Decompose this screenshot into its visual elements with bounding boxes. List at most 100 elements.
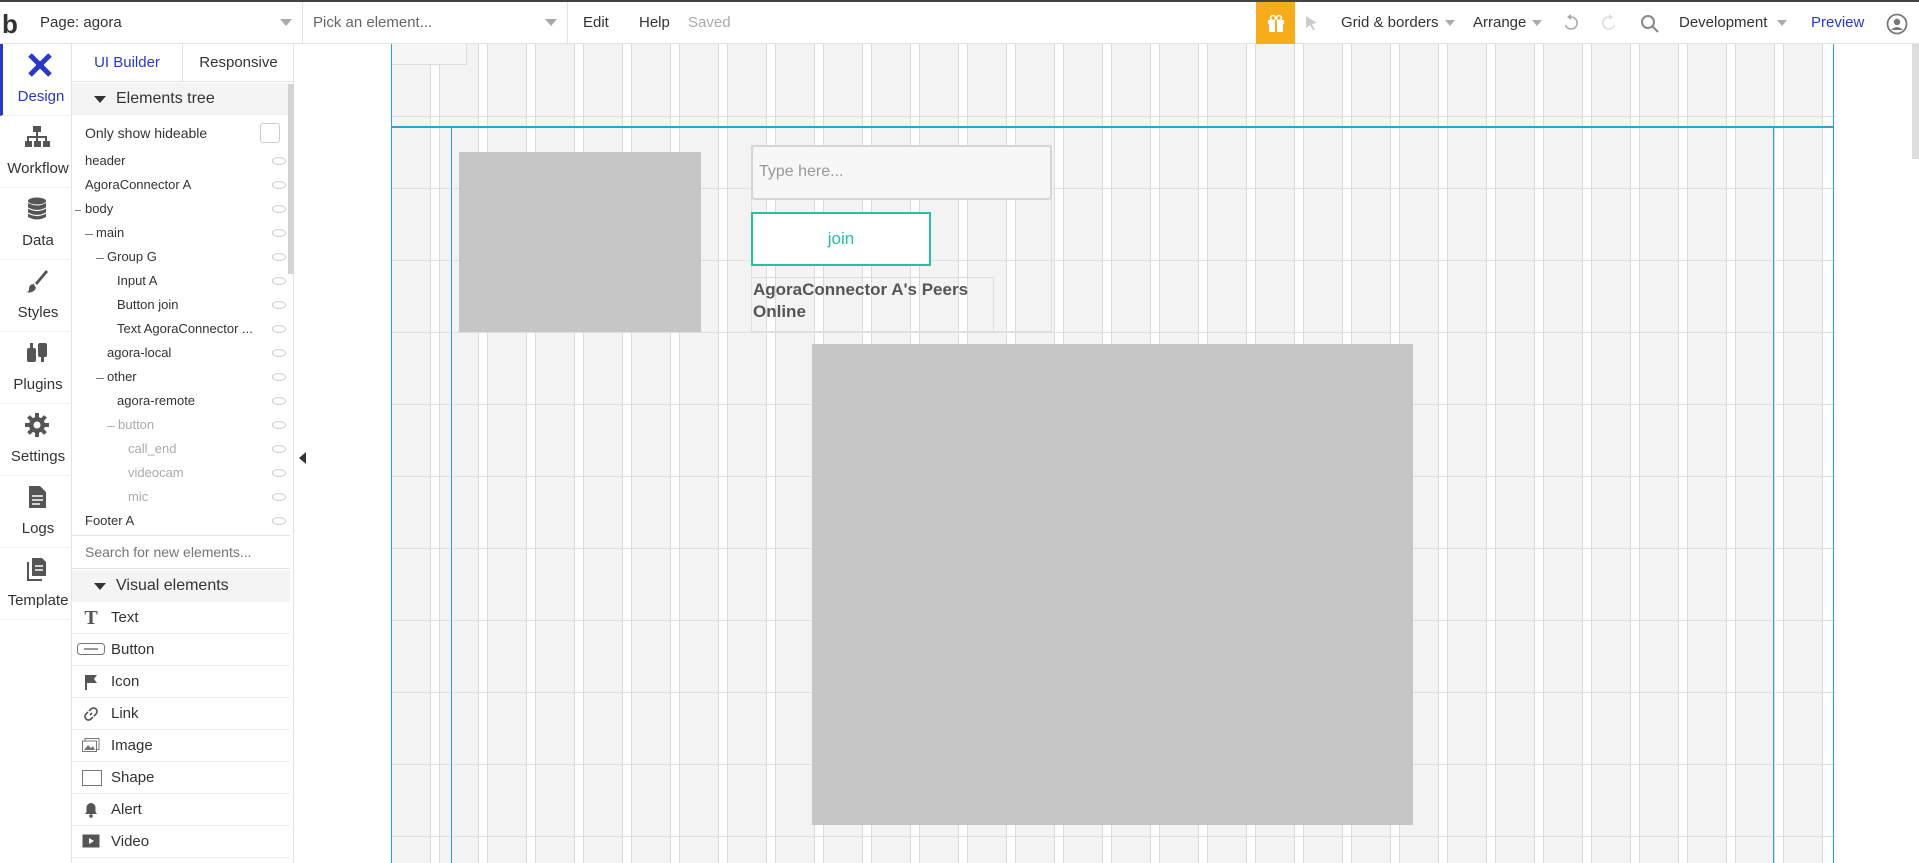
eye-icon[interactable] — [272, 253, 286, 261]
tree-item[interactable]: AgoraConnector A — [85, 174, 191, 196]
page-guide-right — [1833, 44, 1834, 863]
chevron-down-icon — [1444, 20, 1455, 27]
grid-column — [1447, 44, 1487, 863]
eye-icon[interactable] — [272, 373, 286, 381]
tree-item[interactable]: main — [96, 222, 124, 244]
visual-element-label: Text — [111, 609, 139, 626]
panel-tabs: UI Builder Responsive — [72, 44, 294, 82]
grid-column — [1687, 44, 1727, 863]
eye-icon[interactable] — [272, 205, 286, 213]
search-icon[interactable] — [1640, 14, 1660, 34]
rail-item-design[interactable]: Design — [0, 44, 72, 116]
only-hideable-checkbox[interactable] — [260, 123, 280, 143]
eye-icon[interactable] — [272, 397, 286, 405]
tree-item[interactable]: other — [107, 366, 137, 388]
undo-icon[interactable] — [1562, 14, 1580, 32]
top-bar: b Page: agora Pick an element... Edit He… — [0, 0, 1919, 44]
collapse-dash-icon[interactable] — [96, 258, 104, 259]
tree-item[interactable]: header — [85, 150, 125, 172]
page-select[interactable]: Page: agora — [30, 2, 303, 44]
rail-item-data[interactable]: Data — [0, 188, 72, 260]
bubble-logo[interactable]: b — [2, 10, 28, 38]
visual-element-alert[interactable]: Alert — [72, 794, 290, 826]
tree-item[interactable]: Button join — [117, 294, 178, 316]
rail-item-template[interactable]: Template — [0, 548, 72, 620]
visual-element-link[interactable]: Link — [72, 698, 290, 730]
eye-icon[interactable] — [272, 157, 286, 165]
editor-canvas[interactable]: Type here... join AgoraConnector A's Pee… — [313, 44, 1919, 863]
tab-responsive[interactable]: Responsive — [183, 44, 294, 82]
visual-element-icon[interactable]: Icon — [72, 666, 290, 698]
collapse-panel-icon[interactable] — [299, 452, 306, 464]
eye-icon[interactable] — [272, 301, 286, 309]
search-elements-input[interactable] — [72, 535, 290, 569]
grid-borders-label: Grid & borders — [1341, 14, 1439, 31]
visual-element-text[interactable]: T Text — [72, 602, 290, 634]
join-button[interactable]: join — [751, 212, 931, 266]
tree-item[interactable]: button — [118, 414, 154, 436]
peers-text[interactable]: AgoraConnector A's Peers Online — [753, 279, 991, 323]
visual-elements-header[interactable]: Visual elements — [72, 570, 290, 602]
panel-scrollbar[interactable] — [288, 84, 294, 274]
grid-borders-menu[interactable]: Grid & borders — [1341, 2, 1455, 44]
template-icon — [24, 556, 50, 582]
tab-ui-builder[interactable]: UI Builder — [72, 44, 183, 82]
eye-icon[interactable] — [272, 181, 286, 189]
rail-item-settings[interactable]: Settings — [0, 404, 72, 476]
visual-element-shape[interactable]: Shape — [72, 762, 290, 794]
visual-element-button[interactable]: Button — [72, 634, 290, 666]
tree-item[interactable]: agora-remote — [117, 390, 195, 412]
tree-item[interactable]: videocam — [128, 462, 184, 484]
tree-item[interactable]: agora-local — [107, 342, 171, 364]
visual-element-image[interactable]: Image — [72, 730, 290, 762]
tree-item[interactable]: body — [85, 198, 113, 220]
eye-icon[interactable] — [272, 469, 286, 477]
collapse-dash-icon[interactable] — [107, 426, 115, 427]
arrange-menu[interactable]: Arrange — [1473, 2, 1543, 44]
account-icon[interactable] — [1886, 13, 1908, 35]
canvas-scrollbar[interactable] — [1912, 44, 1919, 159]
tree-item[interactable]: Footer A — [85, 510, 134, 532]
rail-item-logs[interactable]: Logs — [0, 476, 72, 548]
agora-local[interactable] — [459, 152, 701, 332]
environment-select[interactable]: Development — [1679, 2, 1788, 44]
element-picker[interactable]: Pick an element... — [303, 2, 568, 44]
grid-column — [1639, 44, 1679, 863]
tree-item[interactable]: Input A — [117, 270, 157, 292]
rail-item-styles[interactable]: Styles — [0, 260, 72, 332]
eye-icon[interactable] — [272, 325, 286, 333]
tree-item[interactable]: Text AgoraConnector ... — [117, 318, 253, 340]
eye-icon[interactable] — [272, 229, 286, 237]
edit-menu[interactable]: Edit — [583, 2, 609, 44]
eye-icon[interactable] — [272, 517, 286, 525]
header-element[interactable] — [391, 44, 467, 65]
visual-element-label: Shape — [111, 769, 155, 786]
chevron-down-icon — [545, 19, 557, 26]
gift-icon[interactable] — [1256, 2, 1295, 44]
collapse-dash-icon[interactable] — [85, 234, 93, 235]
rail-label: Logs — [21, 520, 55, 537]
input-a[interactable]: Type here... — [751, 145, 1052, 200]
eye-icon[interactable] — [272, 421, 286, 429]
tree-item[interactable]: call_end — [128, 438, 176, 460]
collapse-dash-icon[interactable] — [96, 378, 104, 379]
environment-label: Development — [1679, 14, 1768, 31]
eye-icon[interactable] — [272, 277, 286, 285]
eye-icon[interactable] — [272, 493, 286, 501]
rail-item-plugins[interactable]: Plugins — [0, 332, 72, 404]
agora-remote[interactable] — [812, 344, 1413, 825]
tree-item[interactable]: Group G — [107, 246, 157, 268]
preview-link[interactable]: Preview — [1811, 2, 1864, 44]
grid-row-line — [391, 332, 1835, 333]
eye-icon[interactable] — [272, 349, 286, 357]
eye-icon[interactable] — [272, 445, 286, 453]
tree-item[interactable]: mic — [128, 486, 148, 508]
gear-icon — [24, 412, 50, 438]
visual-element-video[interactable]: Video — [72, 826, 290, 858]
collapse-dash-icon[interactable] — [75, 210, 81, 211]
redo-icon[interactable] — [1600, 14, 1618, 32]
cursor-select-icon[interactable] — [1304, 15, 1320, 31]
rail-item-workflow[interactable]: Workflow — [0, 116, 72, 188]
help-menu[interactable]: Help — [639, 2, 670, 44]
elements-tree-header[interactable]: Elements tree — [72, 83, 290, 115]
